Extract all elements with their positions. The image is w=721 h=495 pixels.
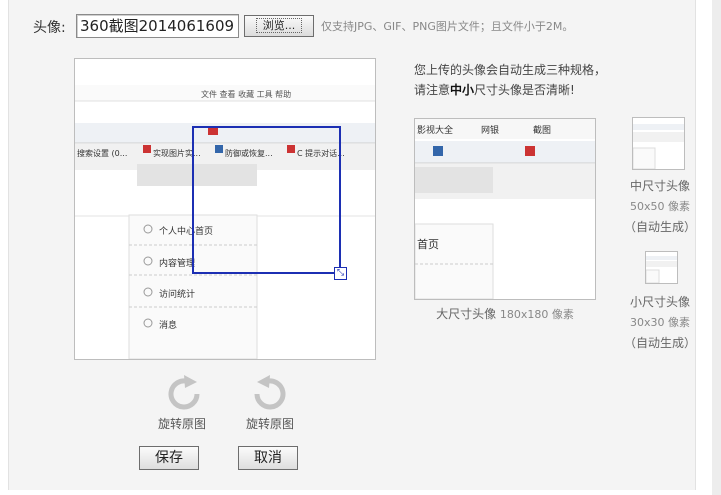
big-side-item: 首页 [417, 238, 439, 251]
rotate-left-icon[interactable] [250, 374, 290, 414]
resize-handle-icon[interactable]: ⤡ [334, 267, 347, 280]
info-line-2-post: 尺寸头像是否清晰! [474, 83, 575, 97]
screenshot-side-item: 访问统计 [159, 290, 196, 300]
crop-preview[interactable]: 文件 查看 收藏 工具 帮助 搜索设置 (0... 实现图片实... 防御或恢复… [74, 58, 376, 360]
small-avatar-preview [645, 251, 678, 284]
large-caption: 大尺寸头像 180x180 像素 [414, 305, 596, 322]
page-scrollbar[interactable] [712, 0, 721, 495]
file-path-input[interactable]: 360截图2014061609 [76, 14, 239, 38]
large-size: 180x180 像素 [499, 308, 574, 321]
screenshot-tab: 搜索设置 (0... [77, 149, 128, 158]
medium-caption: 中尺寸头像 50x50 像素 （自动生成） [622, 176, 698, 237]
avatar-label: 头像: [33, 20, 66, 36]
browse-button[interactable]: 浏览... [244, 15, 314, 37]
crop-selection[interactable]: ⤡ [192, 126, 347, 280]
small-auto-note: （自动生成） [623, 336, 696, 350]
medium-avatar-preview [632, 117, 685, 170]
small-caption-label: 小尺寸头像 [629, 295, 690, 309]
save-button[interactable]: 保存 [139, 446, 199, 470]
size-info: 您上传的头像会自动生成三种规格， 请注意中小尺寸头像是否清晰! [414, 60, 606, 100]
screenshot-menu: 文件 查看 收藏 工具 帮助 [201, 90, 292, 99]
screenshot-side-item: 消息 [159, 321, 178, 331]
medium-size: 50x50 像素 [629, 200, 690, 213]
info-line-1: 您上传的头像会自动生成三种规格， [414, 63, 607, 77]
small-caption: 小尺寸头像 30x30 像素 （自动生成） [622, 292, 698, 353]
big-toolbar-item: 影视大全 [417, 126, 454, 136]
large-caption-label: 大尺寸头像 [436, 307, 497, 321]
rotate-right-icon[interactable] [164, 374, 204, 414]
rotate-left-label[interactable]: 旋转原图 [238, 415, 302, 432]
rotate-right-label[interactable]: 旋转原图 [150, 415, 214, 432]
medium-auto-note: （自动生成） [623, 220, 696, 234]
small-size: 30x30 像素 [629, 316, 690, 329]
info-line-2-bold: 中小 [450, 83, 475, 97]
info-line-2-pre: 请注意 [414, 83, 451, 97]
large-avatar-preview: 影视大全 网银 截图 首页 [414, 118, 596, 300]
big-toolbar-item: 网银 [481, 126, 500, 136]
big-toolbar-item: 截图 [533, 126, 552, 136]
cancel-button[interactable]: 取消 [238, 446, 298, 470]
medium-caption-label: 中尺寸头像 [629, 179, 690, 193]
browse-button-label: 浏览... [255, 18, 303, 33]
screenshot-side-item: 内容管理 [159, 259, 196, 269]
upload-hint: 仅支持JPG、GIF、PNG图片文件；且文件小于2M。 [321, 20, 574, 33]
